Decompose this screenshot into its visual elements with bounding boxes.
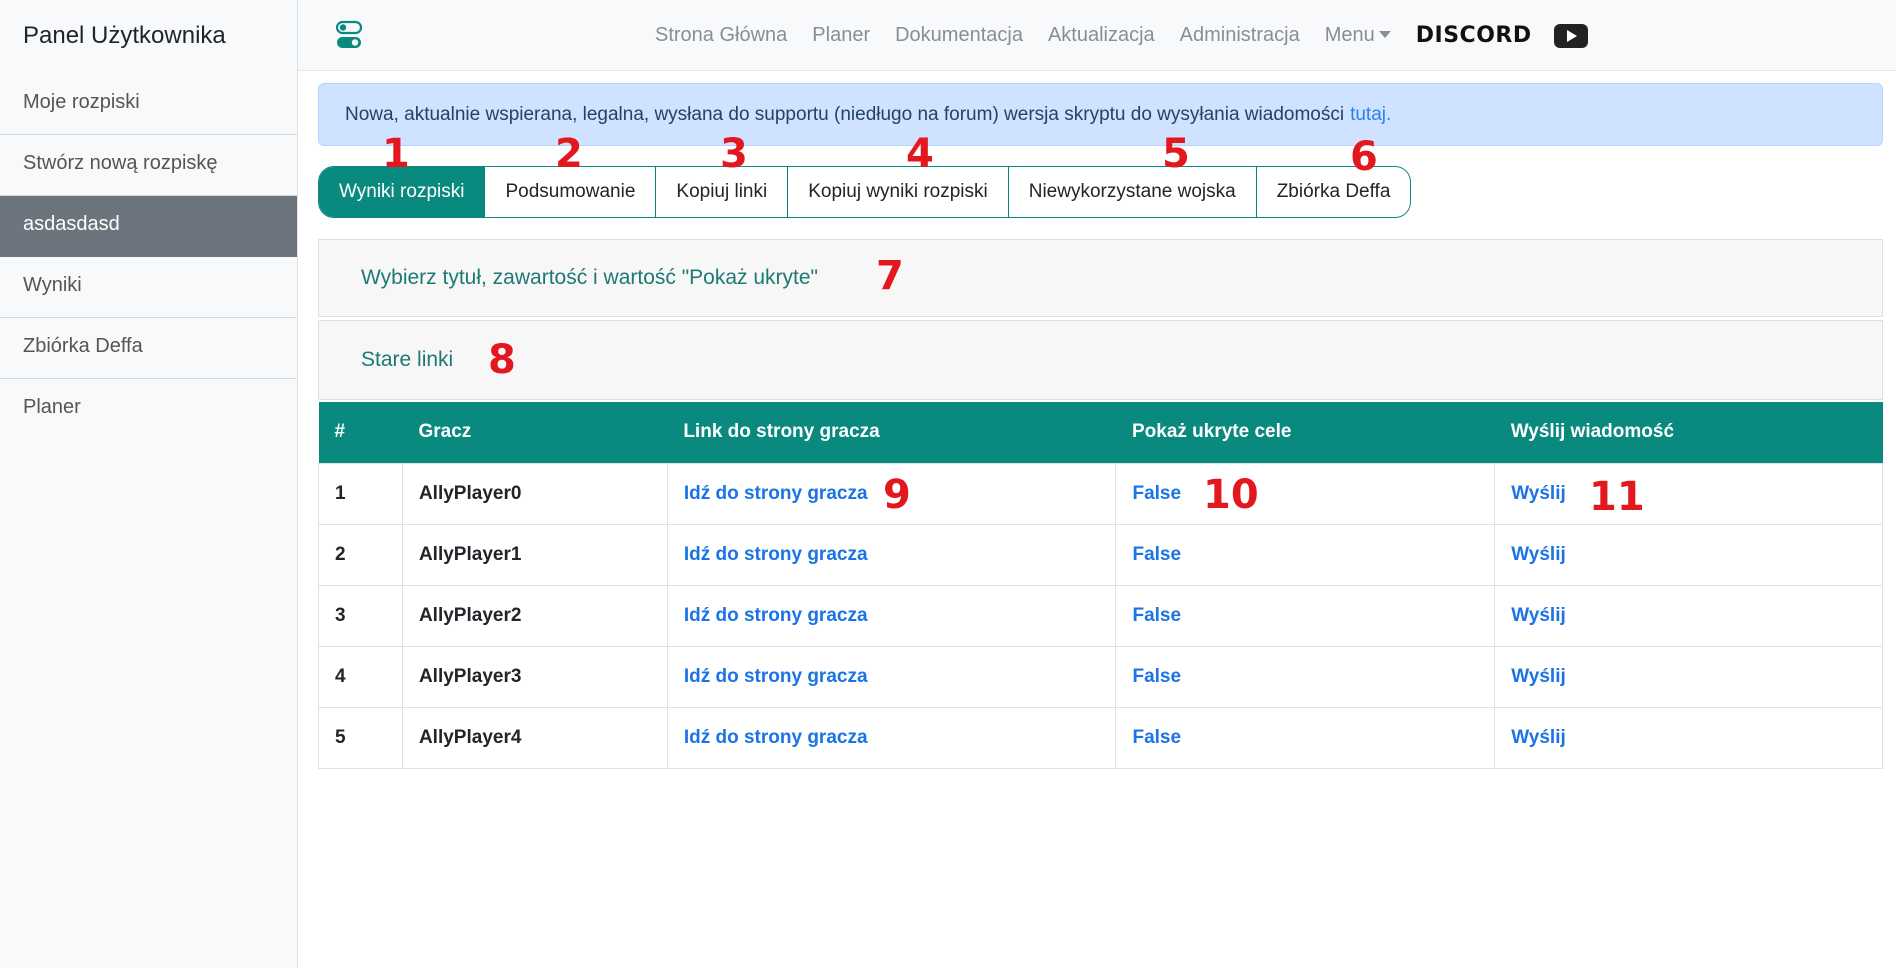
send-message-link[interactable]: Wyślij: [1494, 462, 1883, 525]
table-header-row: # Gracz Link do strony gracza Pokaż ukry…: [318, 402, 1883, 463]
table-row: 2 AllyPlayer1 Idź do strony gracza False…: [318, 523, 1883, 586]
header-player: Gracz: [402, 402, 668, 463]
tab-zbiorka-deffa[interactable]: Zbiórka Deffa: [1257, 167, 1411, 217]
row-player: AllyPlayer4: [401, 706, 668, 769]
annotation-11: 11: [1589, 474, 1645, 520]
player-page-link[interactable]: Idź do strony gracza: [666, 584, 1117, 647]
sidebar: Panel Użytkownika Moje rozpiski Stwórz n…: [0, 0, 298, 968]
info-alert: Nowa, aktualnie wspierana, legalna, wysł…: [318, 83, 1883, 146]
toggle-switches-icon[interactable]: [336, 20, 362, 50]
annotation-5: 5: [1162, 131, 1190, 177]
players-table: # Gracz Link do strony gracza Pokaż ukry…: [318, 402, 1883, 769]
tab-bar: Wyniki rozpiski Podsumowanie Kopiuj link…: [318, 166, 1412, 218]
send-message-link[interactable]: Wyślij: [1494, 584, 1883, 647]
row-num: 4: [318, 645, 403, 708]
show-hidden-toggle[interactable]: False: [1115, 584, 1496, 647]
accordion-stare-linki[interactable]: Stare linki: [318, 320, 1883, 400]
tab-niewykorzystane-wojska[interactable]: Niewykorzystane wojska: [1009, 167, 1257, 217]
sidebar-item-planer[interactable]: Planer: [0, 379, 297, 440]
table-row: 5 AllyPlayer4 Idź do strony gracza False…: [318, 706, 1883, 769]
annotation-2: 2: [555, 131, 583, 177]
send-message-link[interactable]: Wyślij: [1494, 645, 1883, 708]
header-link: Link do strony gracza: [667, 402, 1116, 463]
annotation-1: 1: [382, 131, 410, 177]
nav-link-dokumentacja[interactable]: Dokumentacja: [895, 24, 1023, 47]
show-hidden-toggle[interactable]: False: [1115, 462, 1496, 525]
table-row: 4 AllyPlayer3 Idź do strony gracza False…: [318, 645, 1883, 708]
row-player: AllyPlayer2: [401, 584, 668, 647]
row-player: AllyPlayer1: [401, 523, 668, 586]
menu-dropdown[interactable]: Menu: [1325, 24, 1391, 47]
menu-label: Menu: [1324, 24, 1375, 46]
discord-logo[interactable]: DISCORD: [1416, 23, 1532, 48]
annotation-6: 6: [1350, 134, 1378, 180]
sidebar-item-moje-rozpiski[interactable]: Moje rozpiski: [0, 74, 297, 135]
nav-link-administracja[interactable]: Administracja: [1180, 24, 1300, 47]
nav-link-strona-glowna[interactable]: Strona Główna: [655, 24, 787, 47]
accordion-title-content-options[interactable]: Wybierz tytuł, zawartość i wartość "Poka…: [318, 239, 1883, 317]
show-hidden-toggle[interactable]: False: [1115, 706, 1496, 769]
row-num: 1: [318, 462, 403, 525]
annotation-7: 7: [876, 253, 904, 299]
header-num: #: [318, 402, 403, 463]
row-player: AllyPlayer3: [401, 645, 668, 708]
show-hidden-toggle[interactable]: False: [1115, 523, 1496, 586]
row-player: AllyPlayer0: [401, 462, 668, 525]
sidebar-item-stworz-rozpiske[interactable]: Stwórz nową rozpiskę: [0, 135, 297, 196]
table-row: 1 AllyPlayer0 Idź do strony gracza False…: [318, 462, 1883, 525]
header-hidden: Pokaż ukryte cele: [1115, 402, 1495, 463]
caret-down-icon: [1378, 31, 1391, 38]
players-table-wrapper: # Gracz Link do strony gracza Pokaż ukry…: [318, 402, 1883, 769]
send-message-link[interactable]: Wyślij: [1494, 523, 1883, 586]
alert-text: Nowa, aktualnie wspierana, legalna, wysł…: [345, 103, 1345, 125]
annotation-4: 4: [906, 131, 934, 177]
sidebar-item-wyniki[interactable]: Wyniki: [0, 257, 297, 318]
row-num: 5: [318, 706, 403, 769]
annotation-3: 3: [720, 131, 748, 177]
player-page-link[interactable]: Idź do strony gracza: [666, 706, 1117, 769]
send-message-link[interactable]: Wyślij: [1494, 706, 1883, 769]
sidebar-item-zbiorka-deffa[interactable]: Zbiórka Deffa: [0, 318, 297, 379]
sidebar-title: Panel Użytkownika: [23, 22, 226, 49]
annotation-8: 8: [488, 337, 516, 383]
tab-kopiuj-wyniki-rozpiski[interactable]: Kopiuj wyniki rozpiski: [788, 167, 1009, 217]
table-row: 3 AllyPlayer2 Idź do strony gracza False…: [318, 584, 1883, 647]
sidebar-item-asdasdasd[interactable]: asdasdasd: [0, 196, 297, 257]
header-send: Wyślij wiadomość: [1494, 402, 1883, 463]
top-navbar: Strona Główna Planer Dokumentacja Aktual…: [298, 0, 1896, 71]
row-num: 3: [318, 584, 403, 647]
show-hidden-toggle[interactable]: False: [1115, 645, 1496, 708]
nav-link-aktualizacja[interactable]: Aktualizacja: [1048, 24, 1155, 47]
player-page-link[interactable]: Idź do strony gracza: [666, 523, 1117, 586]
annotation-10: 10: [1203, 472, 1259, 518]
alert-link[interactable]: tutaj.: [1350, 104, 1391, 126]
youtube-icon[interactable]: [1553, 23, 1588, 48]
annotation-9: 9: [883, 472, 911, 518]
nav-link-planer[interactable]: Planer: [812, 24, 870, 47]
player-page-link[interactable]: Idź do strony gracza: [666, 645, 1117, 708]
nav-links: Strona Główna Planer Dokumentacja Aktual…: [655, 0, 1588, 71]
row-num: 2: [318, 523, 403, 586]
